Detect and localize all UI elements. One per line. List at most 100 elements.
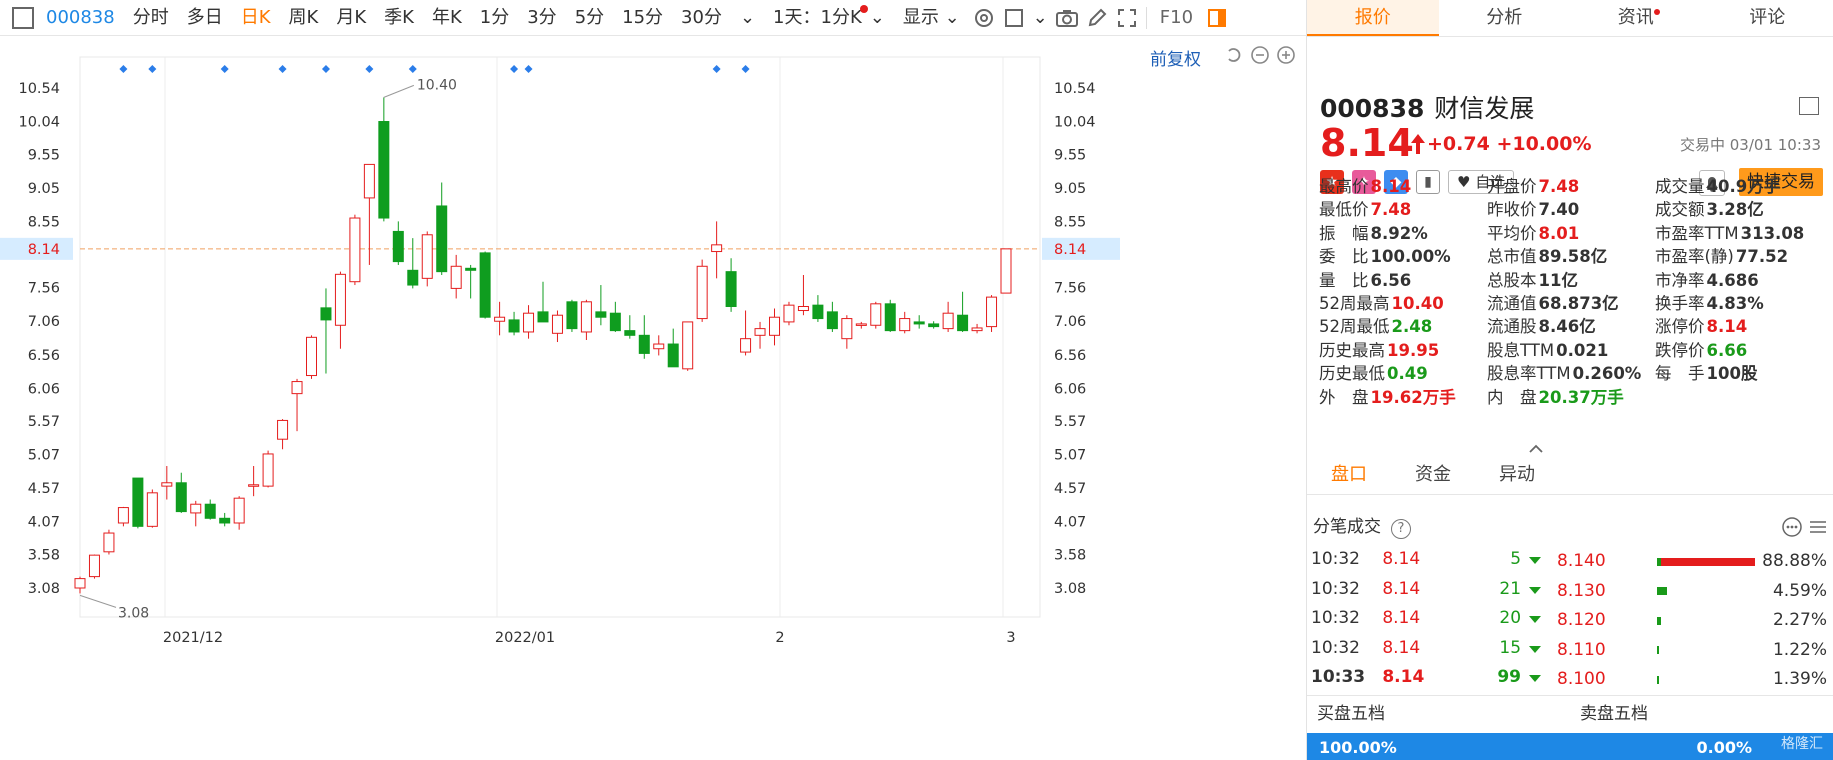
candle-body[interactable] — [334, 273, 346, 326]
panel-toggle-icon[interactable] — [12, 6, 34, 29]
candle-body[interactable] — [146, 492, 158, 527]
candle-body[interactable] — [696, 265, 708, 320]
candle-body[interactable] — [551, 314, 563, 334]
candle-body[interactable] — [132, 477, 144, 527]
candle-body[interactable] — [291, 381, 303, 395]
candle-body[interactable] — [638, 334, 650, 354]
candle-body[interactable] — [233, 497, 245, 524]
candle-body[interactable] — [754, 328, 766, 336]
period-tab[interactable]: 月K — [327, 0, 375, 36]
candle-body[interactable] — [986, 296, 998, 328]
candle-body[interactable] — [667, 343, 679, 368]
list-view-icon[interactable] — [1807, 516, 1829, 538]
event-marker-icon[interactable] — [148, 65, 157, 73]
depth-tab[interactable]: 资金 — [1391, 455, 1475, 494]
panel-tab[interactable]: 资讯 — [1570, 0, 1702, 36]
candle-body[interactable] — [783, 304, 795, 323]
candle-body[interactable] — [580, 301, 592, 333]
candle-body[interactable] — [436, 205, 448, 273]
camera-icon[interactable] — [1052, 3, 1082, 33]
candle-body[interactable] — [595, 311, 607, 318]
event-marker-icon[interactable] — [524, 65, 533, 73]
candle-body[interactable] — [277, 419, 289, 440]
candle-body[interactable] — [262, 453, 274, 487]
period-tab[interactable]: 周K — [280, 0, 328, 36]
stock-code-link[interactable]: 000838 — [40, 0, 124, 36]
settings-gear-icon[interactable] — [969, 3, 999, 33]
candle-body[interactable] — [566, 301, 578, 330]
multi-day-kline-select[interactable]: 1天：1分K ⌄ — [764, 0, 894, 36]
candle-body[interactable] — [523, 312, 535, 333]
candle-body[interactable] — [797, 305, 809, 312]
candle-body[interactable] — [1000, 248, 1012, 294]
event-marker-icon[interactable] — [278, 65, 287, 73]
candle-body[interactable] — [450, 265, 462, 289]
expand-chevron-icon[interactable] — [1529, 444, 1543, 454]
event-marker-icon[interactable] — [119, 65, 128, 73]
candle-body[interactable] — [363, 163, 375, 199]
zoom-in-icon[interactable] — [1276, 45, 1296, 65]
candle-body[interactable] — [421, 234, 433, 279]
candle-body[interactable] — [479, 252, 491, 318]
candle-body[interactable] — [407, 269, 419, 286]
candle-body[interactable] — [190, 503, 202, 514]
event-marker-icon[interactable] — [712, 65, 721, 73]
period-tab[interactable]: 年K — [423, 0, 471, 36]
candle-body[interactable] — [682, 321, 694, 370]
candle-body[interactable] — [88, 554, 100, 578]
candle-body[interactable] — [74, 578, 86, 589]
chevron-down-icon[interactable]: ⌄ — [731, 0, 764, 36]
candle-body[interactable] — [349, 217, 361, 283]
candle-body[interactable] — [494, 316, 506, 322]
event-marker-icon[interactable] — [510, 65, 519, 73]
candle-body[interactable] — [841, 318, 853, 340]
adjust-mode-button[interactable]: 前复权 — [1150, 45, 1201, 70]
candle-body[interactable] — [103, 532, 115, 553]
candle-body[interactable] — [306, 336, 317, 377]
period-tab[interactable]: 5分 — [566, 0, 613, 36]
depth-tab[interactable]: 盘口 — [1307, 455, 1391, 494]
event-marker-icon[interactable] — [220, 65, 229, 73]
undo-icon[interactable] — [1224, 45, 1244, 65]
candle-body[interactable] — [392, 230, 404, 263]
candle-body[interactable] — [320, 307, 332, 321]
frame-select-icon[interactable] — [999, 3, 1029, 33]
candle-body[interactable] — [508, 319, 520, 333]
kline-chart[interactable]: 10.54 10.54 10.04 10.04 9.55 9.55 9.05 9.05 8.55… — [0, 37, 1306, 760]
candle-body[interactable] — [928, 323, 940, 328]
candle-body[interactable] — [870, 303, 882, 326]
event-marker-icon[interactable] — [408, 65, 417, 73]
period-tab[interactable]: 季K — [375, 0, 423, 36]
candle-body[interactable] — [740, 338, 752, 353]
frame-chevron-icon[interactable]: ⌄ — [1029, 0, 1052, 36]
candle-body[interactable] — [711, 244, 723, 253]
candle-body[interactable] — [624, 330, 636, 336]
candle-body[interactable] — [812, 304, 824, 320]
period-tab[interactable]: 3分 — [518, 0, 565, 36]
period-tab[interactable]: 日K — [232, 0, 280, 36]
candle-body[interactable] — [248, 484, 260, 487]
candle-body[interactable] — [204, 503, 216, 519]
zoom-out-icon[interactable] — [1250, 45, 1270, 65]
candle-body[interactable] — [537, 311, 549, 323]
f10-button[interactable]: F10 — [1151, 0, 1202, 36]
candle-body[interactable] — [175, 482, 187, 513]
candle-body[interactable] — [465, 267, 477, 271]
side-panel-icon[interactable] — [1202, 3, 1232, 33]
display-menu[interactable]: 显示 ⌄ — [894, 0, 969, 36]
event-marker-icon[interactable] — [365, 65, 374, 73]
period-tab[interactable]: 1分 — [471, 0, 518, 36]
period-tab[interactable]: 30分 — [672, 0, 731, 36]
candle-body[interactable] — [725, 271, 737, 307]
fullscreen-icon[interactable] — [1112, 3, 1142, 33]
panel-tab[interactable]: 评论 — [1702, 0, 1833, 36]
candle-body[interactable] — [653, 343, 665, 350]
candle-body[interactable] — [609, 312, 621, 332]
kline-chart-area[interactable]: 前复权 10.54 10.54 10.04 10.04 9.55 9.55 9.05 9.05… — [0, 37, 1306, 760]
event-marker-icon[interactable] — [741, 65, 750, 73]
candle-body[interactable] — [826, 311, 838, 330]
period-tab[interactable]: 15分 — [613, 0, 672, 36]
candle-body[interactable] — [942, 312, 954, 330]
panel-tab[interactable]: 分析 — [1439, 0, 1571, 36]
depth-tab[interactable]: 异动 — [1475, 455, 1559, 494]
